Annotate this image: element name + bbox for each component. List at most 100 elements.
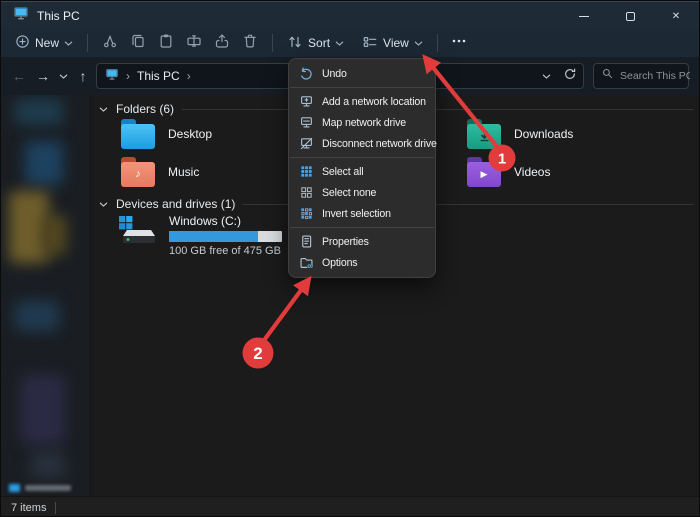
desktop-folder-icon bbox=[121, 119, 155, 149]
group-divider bbox=[182, 108, 693, 110]
hard-drive-icon bbox=[117, 214, 157, 257]
status-bar: 7 items bbox=[1, 496, 699, 516]
see-more-menu: Undo Add a network location Map network … bbox=[288, 58, 437, 278]
see-more-button[interactable] bbox=[446, 31, 472, 55]
menu-item-properties[interactable]: Properties bbox=[289, 231, 435, 252]
delete-button[interactable] bbox=[236, 31, 264, 55]
toolbar-separator bbox=[272, 34, 274, 52]
close-button[interactable]: ✕ bbox=[653, 2, 699, 30]
view-button[interactable]: View bbox=[356, 31, 429, 55]
toolbar-separator bbox=[436, 34, 438, 52]
collapse-chevron-icon bbox=[99, 106, 108, 112]
trash-icon bbox=[242, 33, 258, 54]
breadcrumb-chevron[interactable]: › bbox=[187, 69, 191, 83]
view-icon bbox=[362, 34, 378, 53]
search-icon bbox=[601, 67, 614, 85]
plus-circle-icon bbox=[15, 34, 30, 52]
menu-item-select-all[interactable]: Select all bbox=[289, 161, 435, 182]
blurred-sidebar-item bbox=[21, 375, 65, 445]
folder-name: Downloads bbox=[514, 127, 574, 141]
map-network-drive-icon bbox=[298, 115, 314, 131]
music-folder-icon: ♪ bbox=[121, 157, 155, 187]
videos-folder-icon: ▶ bbox=[467, 157, 501, 187]
folder-tile-downloads[interactable]: Downloads bbox=[467, 119, 573, 149]
paste-button[interactable] bbox=[152, 31, 180, 55]
undo-icon bbox=[298, 66, 314, 82]
group-label: Folders (6) bbox=[116, 102, 175, 116]
navigation-pane bbox=[1, 95, 91, 496]
share-button[interactable] bbox=[208, 31, 236, 55]
blurred-label bbox=[25, 485, 71, 491]
menu-separator bbox=[290, 87, 434, 88]
folder-name: Music bbox=[168, 165, 200, 179]
menu-item-select-none[interactable]: Select none bbox=[289, 182, 435, 203]
folder-name: Desktop bbox=[168, 127, 213, 141]
downloads-folder-icon bbox=[467, 119, 501, 149]
sort-icon bbox=[287, 34, 303, 53]
sort-button[interactable]: Sort bbox=[281, 31, 350, 55]
rename-button[interactable] bbox=[180, 31, 208, 55]
back-button[interactable]: ← bbox=[7, 68, 31, 84]
drive-name: Windows (C:) bbox=[169, 214, 242, 228]
recent-locations-button[interactable] bbox=[55, 73, 71, 79]
this-pc-icon bbox=[105, 67, 119, 86]
toolbar-separator bbox=[87, 34, 89, 52]
folder-tile-desktop[interactable]: Desktop bbox=[121, 119, 212, 149]
command-toolbar: New Sort View bbox=[1, 29, 699, 57]
cut-icon bbox=[102, 33, 118, 54]
refresh-button[interactable] bbox=[563, 67, 577, 86]
copy-button[interactable] bbox=[124, 31, 152, 55]
address-dropdown-icon[interactable] bbox=[542, 73, 551, 79]
forward-button[interactable]: → bbox=[31, 68, 55, 84]
chevron-down-icon bbox=[414, 40, 423, 46]
file-explorer-window: This PC ✕ New Sort View ← → ↑ › This PC … bbox=[0, 0, 700, 517]
breadcrumb[interactable]: This PC bbox=[137, 69, 180, 83]
blurred-sidebar-item bbox=[41, 215, 67, 255]
blurred-sidebar-item bbox=[31, 451, 65, 479]
new-button[interactable]: New bbox=[9, 31, 79, 55]
minimize-icon bbox=[579, 15, 589, 17]
this-pc-icon bbox=[13, 5, 29, 26]
select-all-icon bbox=[298, 164, 314, 180]
properties-icon bbox=[298, 234, 314, 250]
paste-icon bbox=[158, 33, 174, 54]
menu-item-undo[interactable]: Undo bbox=[289, 63, 435, 84]
menu-item-invert-selection[interactable]: Invert selection bbox=[289, 203, 435, 224]
play-icon: ▶ bbox=[480, 169, 488, 179]
menu-separator bbox=[290, 227, 434, 228]
up-button[interactable]: ↑ bbox=[71, 68, 95, 84]
sidebar-item-network[interactable] bbox=[9, 484, 71, 492]
drive-tile-windows-c[interactable]: Windows (C:) 100 GB free of 475 GB bbox=[117, 214, 282, 257]
item-count: 7 items bbox=[11, 501, 47, 514]
close-icon: ✕ bbox=[671, 10, 681, 22]
blurred-sidebar-item bbox=[25, 141, 63, 185]
menu-item-disconnect-network-drive[interactable]: Disconnect network drive bbox=[289, 133, 437, 154]
chevron-down-icon bbox=[64, 40, 73, 46]
network-icon bbox=[9, 484, 20, 492]
menu-item-options[interactable]: Options bbox=[289, 252, 435, 273]
folder-tile-music[interactable]: ♪ Music bbox=[121, 157, 199, 187]
new-button-label: New bbox=[35, 36, 60, 50]
folder-tile-videos[interactable]: ▶ Videos bbox=[467, 157, 550, 187]
maximize-icon bbox=[625, 11, 635, 21]
search-input[interactable] bbox=[620, 70, 690, 82]
view-button-label: View bbox=[383, 36, 409, 50]
menu-item-map-network-drive[interactable]: Map network drive bbox=[289, 112, 435, 133]
invert-selection-icon bbox=[298, 206, 314, 222]
chevron-down-icon bbox=[59, 73, 67, 79]
minimize-button[interactable] bbox=[561, 2, 607, 30]
add-network-location-icon bbox=[298, 94, 314, 110]
chevron-down-icon bbox=[335, 40, 344, 46]
ellipsis-icon bbox=[451, 33, 467, 54]
rename-icon bbox=[186, 33, 202, 54]
cut-button[interactable] bbox=[96, 31, 124, 55]
music-note-icon: ♪ bbox=[135, 168, 141, 180]
group-label: Devices and drives (1) bbox=[116, 197, 236, 211]
maximize-button[interactable] bbox=[607, 2, 653, 30]
search-box[interactable] bbox=[593, 63, 690, 89]
breadcrumb-chevron: › bbox=[126, 69, 130, 83]
menu-item-add-network-location[interactable]: Add a network location bbox=[289, 91, 435, 112]
menu-separator bbox=[290, 157, 434, 158]
drive-usage-fill bbox=[169, 231, 259, 242]
status-divider bbox=[55, 501, 57, 514]
